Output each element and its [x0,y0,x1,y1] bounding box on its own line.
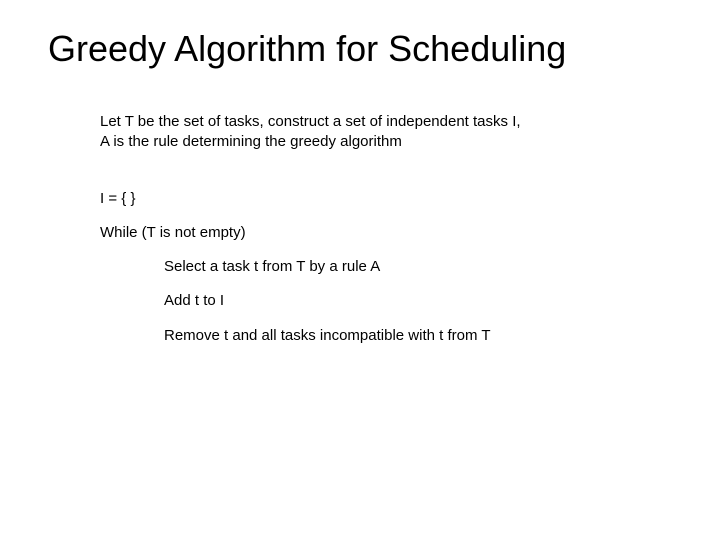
step-remove: Remove t and all tasks incompatible with… [100,326,672,346]
slide: Greedy Algorithm for Scheduling Let T be… [0,0,720,540]
step-while: While (T is not empty) [100,223,672,243]
step-init: I = { } [100,189,672,209]
intro-line-2: A is the rule determining the greedy alg… [100,132,672,152]
slide-title: Greedy Algorithm for Scheduling [48,28,672,70]
slide-content: Let T be the set of tasks, construct a s… [48,112,672,346]
intro-line-1: Let T be the set of tasks, construct a s… [100,112,672,132]
step-add: Add t to I [100,291,672,311]
intro-block: Let T be the set of tasks, construct a s… [100,112,672,153]
step-select: Select a task t from T by a rule A [100,257,672,277]
